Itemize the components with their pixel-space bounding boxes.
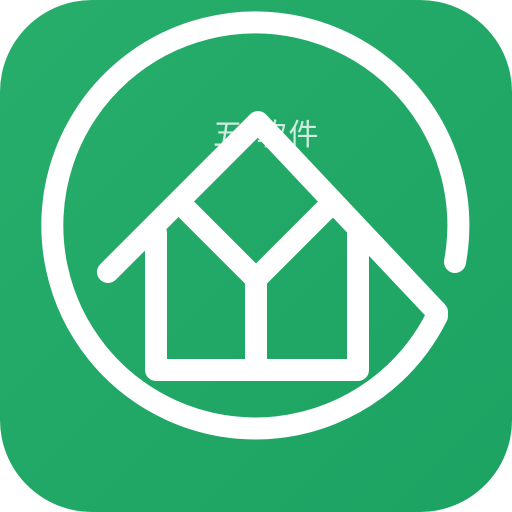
app-icon[interactable]: 五 软件 <box>0 0 512 512</box>
watermark-text: 五 软件 <box>213 118 321 153</box>
app-icon-tile <box>0 0 512 512</box>
